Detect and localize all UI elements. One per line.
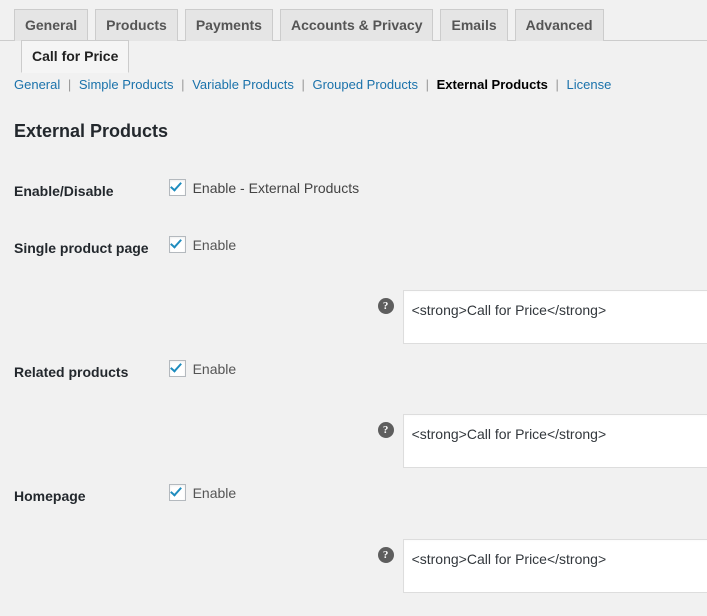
subnav-separator: |	[301, 77, 305, 93]
label-single-product-page: Single product page	[14, 239, 149, 256]
tab-general[interactable]: General	[14, 9, 89, 42]
checkbox-related-products[interactable]: Enable	[168, 360, 237, 378]
row-single-product-page: Single product page Enable	[0, 220, 707, 277]
label-related-products: Related products	[14, 364, 129, 381]
subnav-link-external-products[interactable]: External Products	[437, 77, 548, 92]
tab-emails[interactable]: Emails	[440, 9, 508, 42]
subnav-link-grouped-products[interactable]: Grouped Products	[312, 77, 418, 92]
subnav-link-general[interactable]: General	[14, 77, 60, 92]
checkbox-related-products-label: Enable	[192, 361, 237, 378]
label-homepage: Homepage	[14, 488, 86, 505]
tab-products[interactable]: Products	[95, 9, 178, 42]
subnav-link-license[interactable]: License	[567, 77, 612, 92]
label-enable-disable: Enable/Disable	[14, 182, 114, 199]
field-single-product-page-text: ?	[159, 277, 707, 345]
tab-payments[interactable]: Payments	[184, 9, 273, 42]
row-homepage: Homepage Enable	[0, 468, 707, 525]
checkbox-enable-disable-label: Enable - External Products	[192, 179, 360, 196]
label-spacer	[0, 401, 159, 468]
subnav-link-variable-products[interactable]: Variable Products	[192, 77, 294, 92]
subnav-item-variable-products[interactable]: Variable Products	[192, 72, 294, 98]
checkbox-homepage[interactable]: Enable	[168, 484, 237, 502]
subnav-separator: |	[67, 77, 72, 93]
settings-form-table: Enable/Disable Enable - External Product…	[0, 163, 707, 593]
tab-advanced[interactable]: Advanced	[514, 9, 604, 42]
field-homepage: Enable	[159, 468, 707, 525]
row-enable-disable: Enable/Disable Enable - External Product…	[0, 163, 707, 220]
subnav-separator: |	[425, 77, 430, 93]
label-spacer	[0, 277, 159, 344]
checkbox-enable-disable[interactable]: Enable - External Products	[168, 178, 360, 197]
subnav-item-grouped-products[interactable]: Grouped Products	[312, 72, 418, 98]
checkbox-single-product-page-label: Enable	[192, 236, 237, 253]
subnav-link-simple-products[interactable]: Simple Products	[79, 77, 174, 92]
checkbox-box-icon[interactable]	[168, 235, 186, 253]
checkbox-box-icon[interactable]	[168, 178, 186, 196]
subnav-item-simple-products[interactable]: Simple Products	[79, 72, 174, 98]
row-related-products-text: ?	[0, 401, 707, 469]
homepage-text-input[interactable]	[402, 538, 707, 593]
section-subnav: General | Simple Products | Variable Pro…	[14, 72, 707, 98]
field-enable-disable: Enable - External Products	[159, 163, 707, 220]
subnav-separator: |	[181, 77, 185, 93]
subnav-separator: |	[555, 77, 559, 93]
field-related-products: Enable	[159, 344, 707, 401]
help-icon[interactable]: ?	[377, 422, 394, 439]
related-products-text-input[interactable]	[402, 414, 707, 469]
settings-tab-bar: General Products Payments Accounts & Pri…	[0, 0, 707, 74]
checkbox-box-icon[interactable]	[168, 360, 186, 378]
row-related-products: Related products Enable	[0, 344, 707, 401]
help-icon[interactable]: ?	[377, 546, 394, 563]
single-product-page-text-input[interactable]	[402, 290, 707, 345]
tab-call-for-price[interactable]: Call for Price	[21, 40, 130, 74]
row-single-product-page-text: ?	[0, 277, 707, 345]
checkbox-box-icon[interactable]	[168, 484, 186, 502]
subnav-item-external-products[interactable]: External Products	[437, 72, 548, 98]
field-related-products-text: ?	[159, 401, 707, 469]
help-icon[interactable]: ?	[377, 298, 394, 315]
subnav-item-license[interactable]: License	[567, 72, 612, 98]
label-spacer	[0, 526, 159, 593]
row-homepage-text: ?	[0, 526, 707, 593]
subnav-item-general[interactable]: General	[14, 72, 60, 98]
page-title: External Products	[14, 121, 169, 142]
tab-accounts-privacy[interactable]: Accounts & Privacy	[279, 9, 434, 42]
checkbox-single-product-page[interactable]: Enable	[168, 235, 237, 254]
field-single-product-page: Enable	[159, 220, 707, 277]
checkbox-homepage-label: Enable	[192, 485, 237, 502]
field-homepage-text: ?	[159, 526, 707, 593]
